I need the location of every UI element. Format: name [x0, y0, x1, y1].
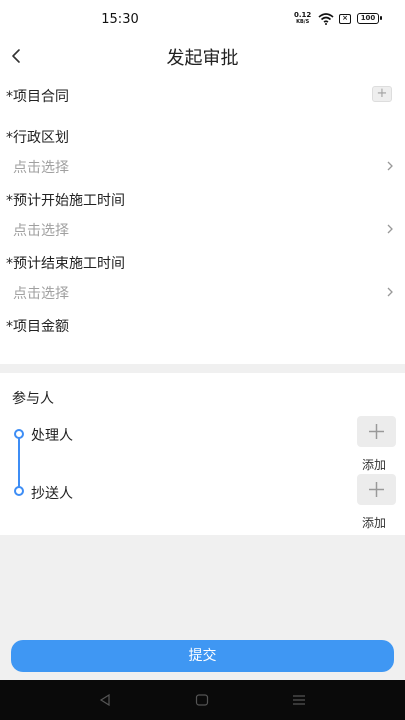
- sim-x-icon: ×: [339, 14, 351, 24]
- submit-button[interactable]: 提交: [11, 640, 394, 672]
- amount-label: *项目金额: [6, 319, 69, 335]
- add-handler-button[interactable]: [357, 416, 396, 447]
- chevron-right-icon: [387, 161, 393, 171]
- plus-icon: [369, 482, 384, 497]
- district-placeholder: 点击选择: [13, 160, 69, 176]
- add-cc-button[interactable]: [357, 474, 396, 505]
- timeline-dot: [14, 429, 24, 439]
- add-cc-text[interactable]: 添加: [362, 514, 386, 531]
- status-time: 15:30: [101, 12, 139, 27]
- district-label: *行政区划: [6, 130, 69, 146]
- timeline-dot: [14, 486, 24, 496]
- screen: 15:30 0.12 KB/S × 100 发起审批 *项目合同 + *行政区划…: [0, 0, 405, 720]
- wifi-icon: [318, 13, 334, 25]
- approval-form: *项目合同 + *行政区划 点击选择 *预计开始施工时间 点击选择 *预计结束施…: [0, 76, 405, 364]
- start-time-label: *预计开始施工时间: [6, 193, 125, 209]
- cc-label: 抄送人: [31, 486, 73, 502]
- net-speed-value: 0.12: [294, 11, 312, 19]
- end-time-label: *预计结束施工时间: [6, 256, 125, 272]
- back-triangle-icon[interactable]: [97, 692, 113, 708]
- end-time-placeholder: 点击选择: [13, 286, 69, 302]
- status-bar: 15:30 0.12 KB/S × 100: [0, 0, 405, 38]
- page-title: 发起审批: [166, 48, 239, 69]
- menu-lines-icon[interactable]: [291, 692, 307, 708]
- app-header: 发起审批: [0, 38, 405, 76]
- add-contract-button[interactable]: +: [372, 86, 392, 102]
- participants-section: 参与人 处理人 添加 抄送人 添加: [0, 373, 405, 535]
- add-handler-text[interactable]: 添加: [362, 456, 386, 473]
- start-time-placeholder: 点击选择: [13, 223, 69, 239]
- participants-title: 参与人: [12, 391, 54, 407]
- net-speed: 0.12 KB/S: [294, 11, 312, 26]
- district-select[interactable]: 点击选择: [0, 151, 405, 181]
- start-time-select[interactable]: 点击选择: [0, 214, 405, 244]
- net-speed-unit: KB/S: [296, 19, 310, 25]
- contract-label: *项目合同: [6, 89, 69, 105]
- end-time-select[interactable]: 点击选择: [0, 277, 405, 307]
- chevron-right-icon: [387, 224, 393, 234]
- handler-label: 处理人: [31, 428, 73, 444]
- system-nav-bar: [0, 680, 405, 720]
- home-square-icon[interactable]: [194, 692, 210, 708]
- chevron-right-icon: [387, 287, 393, 297]
- battery-icon: 100: [357, 13, 382, 24]
- plus-icon: [369, 424, 384, 439]
- timeline-line: [18, 437, 20, 489]
